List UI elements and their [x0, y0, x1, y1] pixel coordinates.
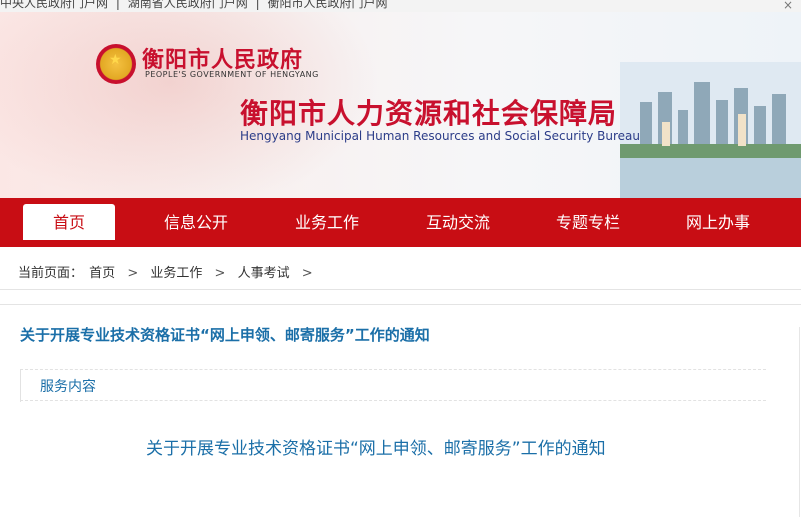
top-link-hunan-gov[interactable]: 湖南省人民政府门户网 [128, 0, 248, 10]
nav-home[interactable]: 首页 [23, 204, 115, 240]
breadcrumb-exam[interactable]: 人事考试 [238, 266, 290, 281]
top-links: 中央人民政府门户网 | 湖南省人民政府门户网 | 衡阳市人民政府门户网 [0, 0, 391, 11]
nav-info-disclosure[interactable]: 信息公开 [150, 198, 242, 247]
breadcrumb-home[interactable]: 首页 [89, 266, 115, 281]
nav-special-topics[interactable]: 专题专栏 [542, 198, 634, 247]
bureau-name-cn[interactable]: 衡阳市人力资源和社会保障局 [240, 92, 617, 132]
top-link-separator: | [255, 0, 260, 10]
breadcrumb-separator: > [127, 266, 139, 281]
page-title: 关于开展专业技术资格证书“网上申领、邮寄服务”工作的通知 [20, 326, 430, 344]
divider [20, 370, 21, 402]
article-title: 关于开展专业技术资格证书“网上申领、邮寄服务”工作的通知 [146, 439, 606, 459]
breadcrumb-separator: > [301, 266, 313, 281]
section-header: 服务内容 [20, 369, 766, 402]
national-emblem-icon: ★ [96, 44, 136, 84]
top-link-separator: | [115, 0, 120, 10]
site-banner: ★ 衡阳市人民政府 PEOPLE'S GOVERNMENT OF HENGYAN… [0, 12, 801, 198]
bureau-name-en: Hengyang Municipal Human Resources and S… [240, 129, 640, 143]
nav-online-services[interactable]: 网上办事 [672, 198, 764, 247]
breadcrumb-prefix: 当前页面： [18, 266, 84, 281]
close-icon[interactable]: × [783, 0, 793, 12]
section-label: 服务内容 [40, 379, 96, 395]
top-link-central-gov[interactable]: 中央人民政府门户网 [0, 0, 108, 10]
nav-business[interactable]: 业务工作 [281, 198, 373, 247]
top-link-hengyang-gov[interactable]: 衡阳市人民政府门户网 [267, 0, 387, 10]
gov-name-en: PEOPLE'S GOVERNMENT OF HENGYANG [145, 70, 319, 79]
top-links-bar: 中央人民政府门户网 | 湖南省人民政府门户网 | 衡阳市人民政府门户网 × [0, 0, 801, 12]
nav-interaction[interactable]: 互动交流 [412, 198, 504, 247]
divider [0, 289, 801, 290]
main-nav: 首页 信息公开 业务工作 互动交流 专题专栏 网上办事 [0, 198, 801, 247]
city-skyline-image [620, 62, 801, 198]
breadcrumb: 当前页面： 首页 > 业务工作 > 人事考试 > [18, 262, 321, 281]
divider [799, 327, 800, 517]
breadcrumb-business[interactable]: 业务工作 [150, 266, 202, 281]
breadcrumb-separator: > [214, 266, 226, 281]
